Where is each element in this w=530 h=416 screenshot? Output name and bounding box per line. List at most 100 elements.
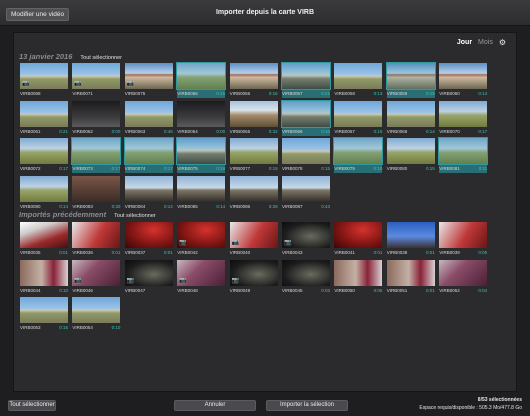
media-thumbnail[interactable]: VIRB0066 0:16 (281, 99, 331, 136)
media-thumbnail[interactable]: VIRB0036 0:01 (72, 222, 121, 257)
media-thumbnail[interactable]: 📷 VIRB0046 (72, 259, 121, 295)
thumbnail-image (439, 259, 488, 286)
media-thumbnail[interactable]: VIRB0052 0:04 (439, 259, 488, 295)
file-name: VIRB0056 (229, 91, 251, 96)
camera-icon: 📷 (74, 81, 82, 87)
file-name: VIRB0037 (124, 250, 146, 255)
file-name: VIRB0072 (20, 166, 41, 171)
section-select-all-link[interactable]: Tout sélectionner (114, 213, 156, 219)
media-thumbnail[interactable]: VIRB0067 0:15 (334, 100, 383, 136)
thumbnail-caption: VIRB0081 0:11 (439, 165, 488, 173)
media-thumbnail[interactable]: VIRB0081 0:11 (438, 137, 489, 173)
media-thumbnail[interactable]: VIRB0059 0:15 (385, 62, 436, 98)
media-thumbnail[interactable]: VIRB0078 0:15 (282, 138, 330, 173)
media-thumbnail[interactable]: VIRB0041 0:01 (334, 222, 383, 257)
media-thumbnail[interactable]: VIRB0080 0:14 (20, 175, 68, 211)
media-thumbnail[interactable]: VIRB0038 0:01 (386, 222, 435, 257)
media-thumbnail[interactable]: VIRB0053 0:15 (20, 297, 68, 332)
media-thumbnail[interactable]: VIRB0055 0:15 (176, 62, 227, 98)
media-thumbnail[interactable]: VIRB0077 0:15 (229, 138, 278, 173)
thumbnail-image (20, 138, 68, 164)
duration: 0:13 (373, 91, 383, 96)
media-thumbnail[interactable]: VIRB0075 0:19 (176, 137, 227, 173)
file-name: VIRB0047 (124, 287, 146, 293)
view-day-tab[interactable]: Jour (457, 39, 472, 46)
media-thumbnail[interactable]: 📷 VIRB0068 (20, 63, 68, 98)
cancel-button[interactable]: Annuler (174, 400, 256, 411)
media-thumbnail[interactable]: VIRB0073 0:17 (71, 137, 122, 173)
media-thumbnail[interactable]: VIRB0051 0:01 (386, 259, 435, 295)
media-thumbnail[interactable]: 📷 VIRB0043 (282, 222, 330, 257)
media-thumbnail[interactable]: VIRB0056 0:16 (229, 63, 278, 98)
thumbnail-image (229, 175, 278, 202)
media-thumbnail[interactable]: VIRB0086 0:26 (229, 175, 278, 211)
section-select-all-link[interactable]: Tout sélectionner (80, 55, 122, 61)
media-thumbnail[interactable]: VIRB0074 0:17 (123, 137, 174, 173)
media-thumbnail[interactable]: VIRB0054 0:10 (72, 297, 121, 332)
media-thumbnail[interactable]: VIRB0045 0:03 (282, 259, 330, 295)
thumbnail-image (281, 62, 331, 90)
media-thumbnail[interactable]: VIRB0085 0:14 (177, 175, 226, 211)
media-thumbnail[interactable]: VIRB0080 0:15 (386, 138, 435, 173)
media-thumbnail[interactable]: VIRB0065 0:32 (229, 100, 278, 136)
camera-icon: 📷 (126, 277, 135, 284)
thumbnail-image (386, 138, 435, 164)
thumbnail-caption: VIRB0038 0:01 (387, 249, 435, 257)
media-thumbnail[interactable]: VIRB0063 0:46 (124, 100, 173, 136)
media-thumbnail[interactable]: VIRB0050 0:05 (334, 259, 383, 295)
media-thumbnail[interactable]: 📷 VIRB0047 (124, 259, 173, 295)
media-thumbnail[interactable]: VIRB0039 0:05 (439, 222, 488, 257)
media-thumbnail[interactable]: 📷 VIRB0040 (229, 222, 278, 257)
media-thumbnail[interactable]: VIRB0087 0:43 (282, 175, 330, 211)
media-thumbnail[interactable]: VIRB0058 0:13 (334, 63, 383, 98)
media-thumbnail[interactable]: 📷 VIRB0042 (177, 222, 226, 257)
file-name: VIRB0075 (124, 91, 146, 96)
media-thumbnail[interactable]: 📷 VIRB0048 (177, 259, 226, 295)
thumbnail-caption: VIRB0077 0:15 (230, 165, 278, 173)
thumbnail-caption: VIRB0065 0:32 (230, 128, 278, 136)
thumbnail-caption: VIRB0085 0:14 (177, 203, 225, 211)
thumbnail-caption: VIRB0049 (230, 287, 278, 295)
media-thumbnail[interactable]: VIRB0083 0:30 (72, 175, 121, 211)
media-thumbnail[interactable]: 📷 VIRB0075 (124, 63, 173, 98)
media-thumbnail[interactable]: VIRB0037 0:01 (124, 222, 173, 257)
media-thumbnail[interactable]: VIRB0068 0:14 (386, 100, 435, 136)
file-name: VIRB0038 (386, 250, 408, 255)
file-name: VIRB0068 (20, 91, 41, 96)
gear-icon[interactable]: ⚙ (499, 38, 506, 47)
view-toggle: Jour Mois ⚙ (457, 38, 506, 47)
media-thumbnail[interactable]: VIRB0044 0:10 (20, 259, 68, 295)
file-name: VIRB0057 (282, 91, 303, 96)
media-thumbnail[interactable]: 📷 VIRB0071 (72, 63, 121, 98)
file-name: VIRB0073 (72, 166, 93, 171)
duration: 0:26 (268, 203, 278, 209)
thumbnail-image (20, 100, 68, 127)
thumbnail-caption: VIRB0057 0:21 (282, 90, 330, 98)
media-thumbnail[interactable]: VIRB0079 0:10 (333, 137, 384, 173)
import-selection-button[interactable]: Importer la sélection (266, 400, 348, 411)
file-name: VIRB0079 (334, 166, 355, 171)
camera-icon: 📷 (179, 240, 187, 246)
media-thumbnail[interactable]: VIRB0061 0:21 (20, 100, 68, 136)
media-thumbnail[interactable]: VIRB0072 0:17 (20, 138, 68, 173)
media-thumbnail[interactable]: 📷 VIRB0049 (229, 259, 278, 295)
file-name: VIRB0050 (334, 287, 355, 293)
media-thumbnail[interactable]: VIRB0084 0:14 (124, 175, 173, 211)
media-thumbnail[interactable]: VIRB0060 0:14 (439, 63, 488, 98)
duration: 0:19 (216, 166, 226, 171)
duration: 0:16 (268, 91, 278, 96)
thumbnail-caption: VIRB0064 0:00 (177, 128, 225, 136)
file-name: VIRB0087 (282, 203, 303, 209)
thumbnail-image (282, 259, 330, 286)
media-thumbnail[interactable]: VIRB0057 0:21 (281, 62, 331, 98)
media-thumbnail[interactable]: VIRB0064 0:00 (177, 100, 226, 136)
media-thumbnail[interactable]: VIRB0070 0:17 (439, 100, 488, 136)
media-thumbnail[interactable]: VIRB0062 0:00 (72, 100, 121, 136)
duration: 0:17 (164, 166, 173, 171)
view-month-tab[interactable]: Mois (478, 39, 493, 46)
thumbnail-image (72, 100, 121, 127)
media-thumbnail[interactable]: VIRB0035 0:01 (20, 222, 68, 257)
select-all-button[interactable]: Tout sélectionner (8, 400, 56, 411)
file-name: VIRB0071 (72, 91, 93, 96)
thumbnail-caption: VIRB0068 (20, 90, 68, 98)
